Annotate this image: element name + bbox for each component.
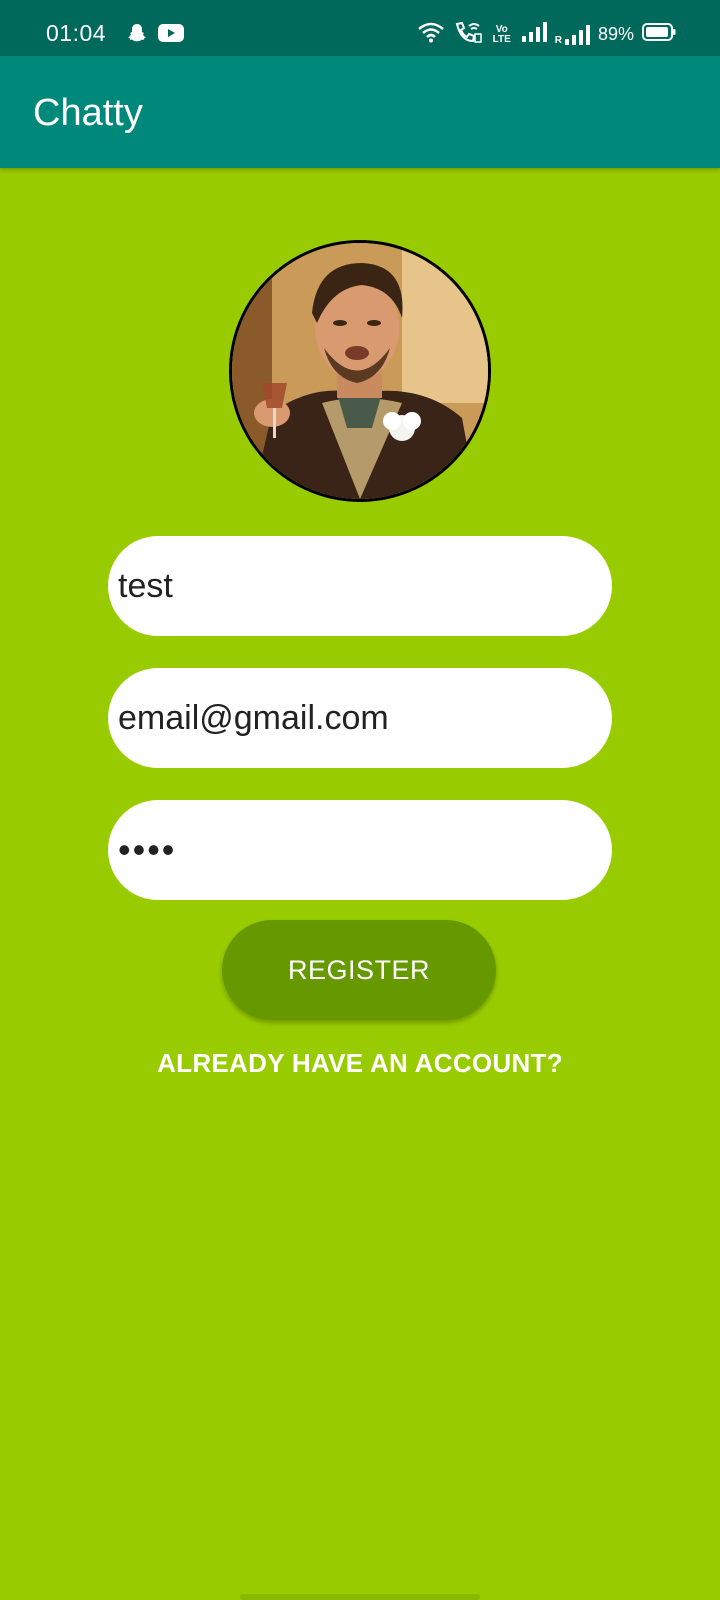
app-bar: Chatty <box>0 56 720 168</box>
username-value: test <box>118 566 173 605</box>
roaming-signal-icon: R <box>555 24 590 46</box>
wifi-icon <box>417 21 445 48</box>
signal-icon <box>521 21 547 48</box>
battery-icon <box>642 22 676 47</box>
gesture-nav-handle[interactable] <box>240 1594 480 1600</box>
roaming-label: R <box>554 34 562 46</box>
password-value: •••• <box>118 829 177 870</box>
wifi-calling-icon <box>453 20 483 49</box>
register-button[interactable]: REGISTER <box>222 920 496 1020</box>
volte-icon: Vo LTE <box>492 23 511 45</box>
username-input[interactable]: test <box>108 536 612 636</box>
status-bar: 01:04 Vo LTE R 89% <box>0 0 720 56</box>
profile-photo <box>232 243 488 499</box>
email-value: email@gmail.com <box>118 698 389 737</box>
youtube-icon <box>158 23 184 48</box>
app-title: Chatty <box>33 92 143 134</box>
status-time: 01:04 <box>46 20 107 46</box>
register-button-label: REGISTER <box>287 954 431 985</box>
system-icons: Vo LTE R 89% <box>417 20 676 49</box>
password-input[interactable]: •••• <box>108 800 612 900</box>
already-have-account-link[interactable]: ALREADY HAVE AN ACCOUNT? <box>0 1048 720 1079</box>
snapchat-icon <box>126 22 148 49</box>
email-input[interactable]: email@gmail.com <box>108 668 612 768</box>
notification-icons <box>126 22 184 49</box>
profile-avatar[interactable] <box>229 240 491 502</box>
battery-percent: 89% <box>597 24 634 44</box>
